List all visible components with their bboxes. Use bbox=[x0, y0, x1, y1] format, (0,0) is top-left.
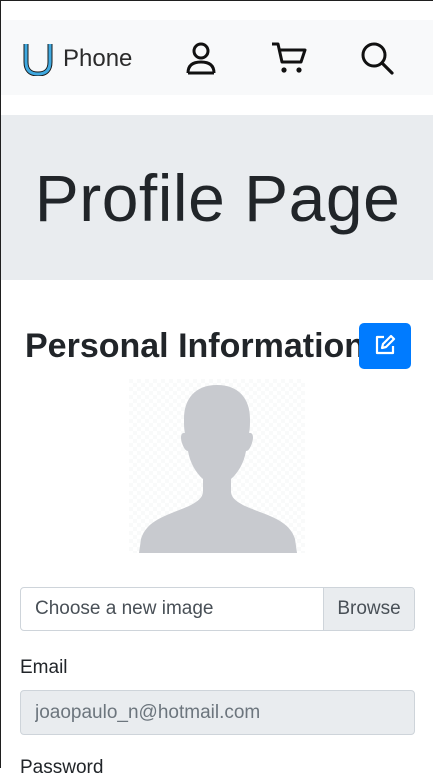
personal-info-header: Personal Information bbox=[25, 323, 415, 371]
brand-text: Phone bbox=[63, 45, 133, 72]
edit-button[interactable] bbox=[359, 323, 411, 369]
section-title: Personal Information bbox=[25, 327, 366, 365]
search-icon[interactable] bbox=[357, 38, 397, 78]
navbar: Phone bbox=[1, 20, 433, 95]
page-title: Profile Page bbox=[34, 160, 401, 235]
page-header: Profile Page bbox=[1, 115, 433, 280]
password-label: Password bbox=[20, 757, 104, 778]
cart-icon[interactable] bbox=[269, 38, 309, 78]
image-file-input[interactable]: Choose a new image Browse bbox=[20, 587, 415, 631]
browse-button[interactable]: Browse bbox=[323, 588, 414, 630]
brand-link[interactable]: Phone bbox=[23, 42, 132, 76]
user-icon[interactable] bbox=[181, 38, 221, 78]
file-input-label[interactable]: Choose a new image bbox=[21, 588, 323, 630]
u-logo-icon bbox=[23, 42, 53, 76]
email-field[interactable] bbox=[20, 690, 415, 735]
email-label: Email bbox=[20, 657, 68, 678]
edit-icon bbox=[374, 334, 396, 359]
avatar bbox=[129, 379, 305, 553]
